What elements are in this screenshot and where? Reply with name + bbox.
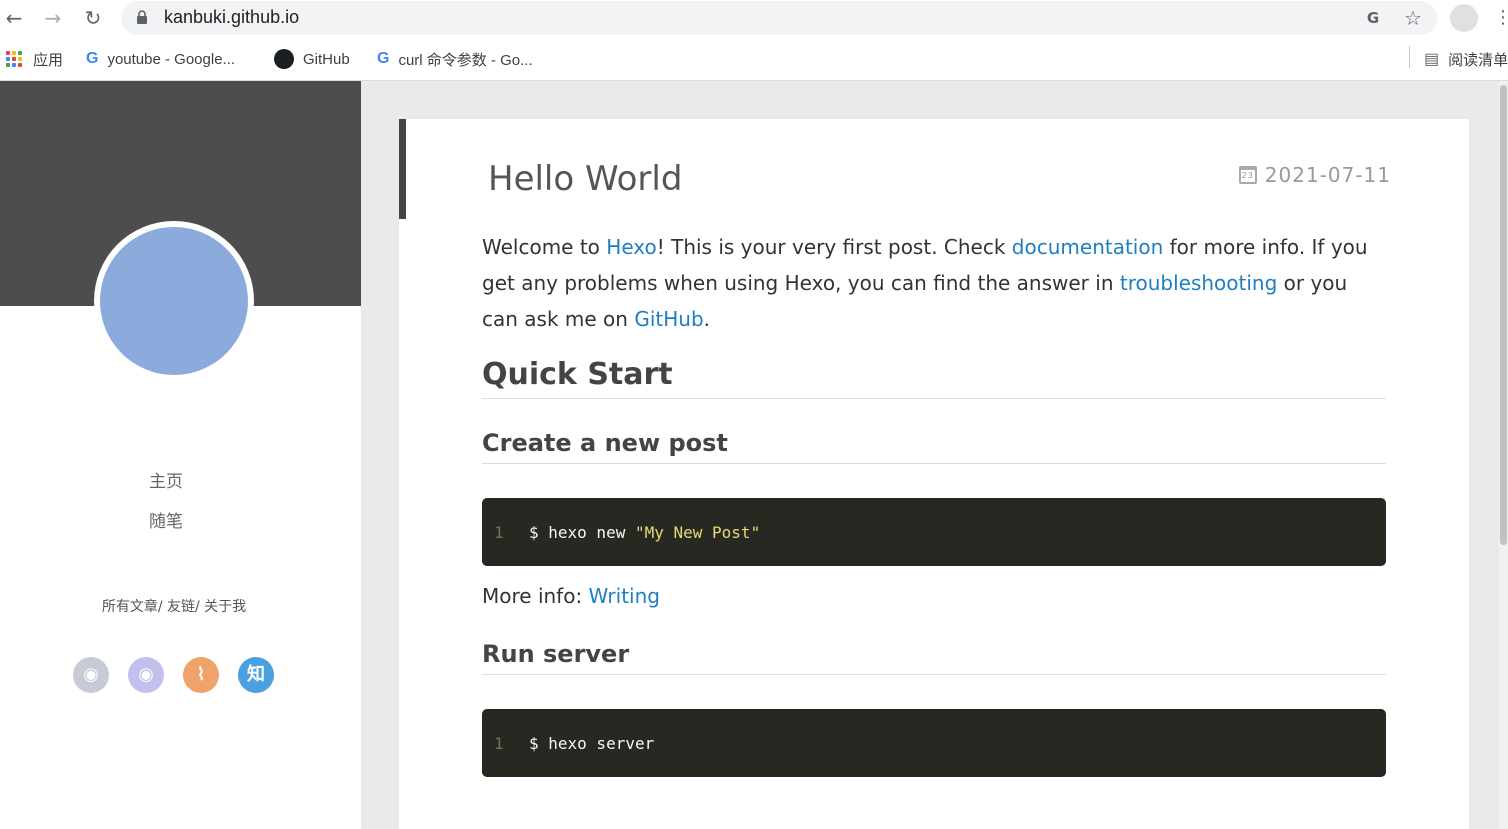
bookmark-github[interactable]: GitHub (274, 48, 350, 70)
more-info-text: More info: (482, 584, 589, 608)
bookmark-label: GitHub (303, 50, 350, 68)
post-date: 23 2021-07-11 (1238, 163, 1391, 187)
bookmarks-bar: 应用 G youtube - Google... GitHub G curl 命… (0, 36, 1508, 81)
sidebar-sub-links[interactable]: 所有文章/ 友链/ 关于我 (0, 596, 348, 616)
github-link[interactable]: GitHub (634, 307, 703, 331)
writing-link[interactable]: Writing (589, 584, 660, 608)
github-icon[interactable]: ◉ (73, 657, 109, 693)
troubleshooting-link[interactable]: troubleshooting (1120, 271, 1277, 295)
zhihu-icon[interactable]: 知 (238, 657, 274, 693)
profile-icon[interactable] (1450, 4, 1478, 32)
nav-home-link[interactable]: 主页 (0, 467, 332, 492)
bookmark-label: curl 命令参数 - Go... (398, 51, 533, 69)
title-accent-bar (399, 119, 406, 219)
browser-toolbar: ← → ↻ kanbuki.github.io G ☆ ⋮ (0, 0, 1508, 36)
post-title[interactable]: Hello World (488, 159, 682, 199)
page-viewport: 主页 随笔 所有文章/ 友链/ 关于我 ◉ ◉ ⌇ 知 Hello World … (0, 81, 1508, 829)
reload-icon[interactable]: ↻ (80, 5, 106, 31)
back-icon[interactable]: ← (1, 5, 27, 31)
reading-list-label: 阅读清单 (1448, 51, 1508, 69)
google-icon: G (377, 50, 390, 67)
avatar[interactable] (100, 227, 248, 375)
heading-run-server: Run server (482, 640, 1386, 675)
hexo-link[interactable]: Hexo (606, 235, 656, 259)
code-block: 1 $ hexo server (482, 709, 1386, 777)
line-number: 1 (494, 733, 504, 753)
bookmark-label: youtube - Google... (107, 50, 236, 68)
google-icon: G (86, 50, 99, 67)
bookmarks-divider (1409, 46, 1410, 68)
bookmark-youtube[interactable]: G youtube - Google... (86, 48, 235, 70)
address-bar[interactable] (121, 1, 1437, 35)
forward-icon[interactable]: → (40, 5, 66, 31)
heading-create-post: Create a new post (482, 429, 1386, 464)
bookmark-apps[interactable]: 应用 (6, 48, 63, 70)
code-block: 1 $ hexo new "My New Post" (482, 498, 1386, 566)
line-number: 1 (494, 522, 504, 542)
post-date-text: 2021-07-11 (1264, 163, 1391, 187)
documentation-link[interactable]: documentation (1012, 235, 1163, 259)
translate-icon[interactable]: G (1361, 6, 1385, 30)
weibo-icon[interactable]: ◉ (128, 657, 164, 693)
scrollbar-thumb[interactable] (1500, 85, 1507, 545)
intro-text: ! This is your very first post. Check (656, 235, 1012, 259)
calendar-icon: 23 (1238, 166, 1257, 184)
code-command: $ hexo new "My New Post" (529, 523, 760, 542)
more-icon[interactable]: ⋮ (1494, 4, 1508, 32)
intro-paragraph: Welcome to Hexo! This is your very first… (482, 229, 1386, 337)
code-text: $ hexo new (529, 522, 635, 542)
bookmark-label: 应用 (33, 51, 64, 69)
post-body: Welcome to Hexo! This is your very first… (482, 229, 1386, 777)
code-command: $ hexo server (529, 733, 655, 753)
sidebar: 主页 随笔 所有文章/ 友链/ 关于我 ◉ ◉ ⌇ 知 (0, 81, 361, 829)
heading-quick-start: Quick Start (482, 357, 1386, 399)
more-info-paragraph: More info: Writing (482, 578, 1386, 614)
rss-icon[interactable]: ⌇ (183, 657, 219, 693)
code-string: "My New Post" (634, 522, 761, 542)
reading-list-icon: ▤ (1424, 51, 1440, 68)
apps-icon (6, 51, 22, 67)
url-text[interactable]: kanbuki.github.io (164, 7, 299, 28)
post-card: Hello World 23 2021-07-11 Welcome to Hex… (399, 119, 1469, 829)
github-icon (274, 49, 294, 69)
intro-text: . (703, 307, 710, 331)
bookmark-curl[interactable]: G curl 命令参数 - Go... (377, 48, 533, 70)
lock-icon (137, 10, 147, 24)
reading-list-button[interactable]: ▤ 阅读清单 (1424, 48, 1508, 70)
nav-essays-link[interactable]: 随笔 (0, 507, 332, 532)
intro-text: Welcome to (482, 235, 607, 259)
star-icon[interactable]: ☆ (1401, 6, 1425, 30)
